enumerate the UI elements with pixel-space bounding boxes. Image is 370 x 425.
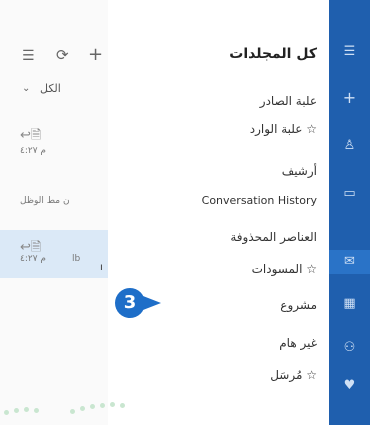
reply-attachment-icon: ↩🗎	[20, 128, 42, 143]
new-plus-icon[interactable]: +	[329, 88, 370, 107]
message-time: م ٤:٢٧	[20, 254, 46, 264]
list-toolbar: ☰ ⟳ +	[0, 36, 108, 76]
folder-project[interactable]: مشروع	[280, 298, 317, 312]
decorative-dots	[0, 398, 150, 416]
heart-icon[interactable]: ♥	[329, 378, 370, 393]
folder-outbox[interactable]: علبة الصادر	[260, 94, 317, 108]
sync-icon[interactable]: ⟳	[56, 46, 69, 64]
people-icon[interactable]: ⚇	[329, 340, 370, 355]
message-item-selected[interactable]: ↩🗎 م ٤:٢٧ lb	[0, 230, 108, 278]
navigation-rail: ☰ + ♙ ▭ ✉ ▦ ⚇ ♥	[329, 0, 370, 425]
chevron-down-icon: ⌄	[22, 83, 31, 94]
person-icon[interactable]: ♙	[329, 138, 370, 153]
mail-app-window: ☰ ⟳ + ⌄ الكل ↩🗎 م ٤:٢٧ ن مط الوظل ↩🗎 م ٤…	[0, 0, 370, 425]
message-list-pane: ☰ ⟳ + ⌄ الكل ↩🗎 م ٤:٢٧ ن مط الوظل ↩🗎 م ٤…	[0, 0, 109, 425]
message-item[interactable]: ↩🗎 م ٤:٢٧	[0, 118, 108, 174]
new-mail-plus-icon[interactable]: +	[88, 44, 103, 65]
cursor-marker: ı	[100, 262, 103, 273]
filter-dropdown[interactable]: ⌄ الكل	[0, 80, 108, 102]
calendar-icon[interactable]: ▦	[329, 296, 370, 311]
menu-icon[interactable]: ☰	[329, 44, 370, 59]
folder-icon[interactable]: ▭	[329, 186, 370, 201]
folder-conversation-history[interactable]: Conversation History	[202, 194, 317, 207]
folder-list-pane: كل المجلدات علبة الصادر علبة الوارد ☆ أر…	[108, 0, 329, 425]
filter-dropdown-label: الكل	[40, 82, 61, 95]
message-extra: lb	[72, 254, 81, 264]
folder-drafts[interactable]: المسودات ☆	[252, 262, 317, 276]
message-time: م ٤:٢٧	[20, 146, 46, 156]
folder-archive[interactable]: أرشيف	[282, 164, 317, 178]
step-number-badge: 3	[115, 288, 145, 318]
filter-list-icon[interactable]: ☰	[22, 48, 35, 64]
folder-junk[interactable]: غير هام	[279, 336, 317, 350]
callout-pointer	[143, 296, 161, 310]
message-preview: ن مط الوظل	[20, 196, 70, 206]
mail-icon[interactable]: ✉	[329, 250, 370, 274]
folder-inbox[interactable]: علبة الوارد ☆	[250, 122, 317, 136]
folder-deleted-items[interactable]: العناصر المحذوفة	[230, 230, 317, 244]
folder-sent[interactable]: مُرسَل ☆	[270, 368, 317, 382]
folder-pane-title: كل المجلدات	[229, 46, 317, 62]
